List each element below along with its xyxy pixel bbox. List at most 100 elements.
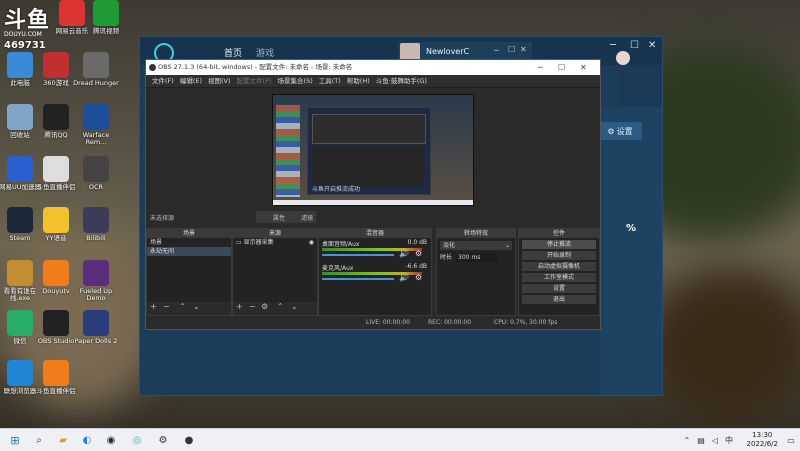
menu-item[interactable]: 文件(F) bbox=[152, 75, 174, 87]
settings-button[interactable]: ⚙ 设置 bbox=[598, 122, 642, 140]
properties-button[interactable]: 属性 bbox=[256, 211, 290, 223]
obs-icon[interactable]: ● bbox=[182, 433, 196, 447]
channel-name: 麦克风/Aux bbox=[322, 265, 354, 272]
desktop-icon-label: 腾讯视频 bbox=[93, 27, 119, 35]
add-icon[interactable]: + bbox=[236, 302, 243, 311]
remove-icon[interactable]: − bbox=[163, 302, 170, 311]
close-icon[interactable]: ✕ bbox=[580, 60, 587, 75]
volume-icon[interactable]: ◁ bbox=[708, 433, 722, 447]
percent-label: % bbox=[626, 223, 637, 234]
bilibili-icon bbox=[83, 207, 109, 233]
chevron-down-icon: ⌄ bbox=[504, 242, 510, 249]
folder-icon[interactable]: ▰ bbox=[56, 433, 70, 447]
desktop-icon[interactable]: Warface Rem... bbox=[72, 104, 120, 146]
close-icon[interactable]: ✕ bbox=[520, 45, 527, 54]
minimize-icon[interactable]: ─ bbox=[610, 40, 616, 51]
close-icon[interactable]: ✕ bbox=[648, 40, 656, 51]
tab-home[interactable]: 首页 bbox=[224, 46, 242, 59]
start-recording-button[interactable]: 开始录制 bbox=[522, 251, 596, 260]
desktop-icon-label: Fueled Up Demo bbox=[79, 287, 113, 303]
exit-button[interactable]: 退出 bbox=[522, 295, 596, 304]
remove-icon[interactable]: − bbox=[249, 302, 256, 311]
rec-time: REC: 00:00:00 bbox=[428, 319, 472, 326]
duration-label: 时长 bbox=[440, 254, 453, 261]
source-item[interactable]: ▭ 显示器采集 ◉ bbox=[233, 238, 317, 247]
gear-icon[interactable]: ⚙ bbox=[156, 433, 170, 447]
gear-icon[interactable]: ⚙ bbox=[261, 302, 268, 311]
no-source-label: 未选择源 bbox=[150, 215, 175, 222]
desktop-icon[interactable]: Paper Dolls 2 bbox=[72, 310, 120, 345]
desktop-icon[interactable]: OCR bbox=[72, 156, 120, 191]
windows-start-icon[interactable]: ⊞ bbox=[8, 433, 22, 447]
obs-titlebar: OBS 27.1.3 (64-bit, windows) - 配置文件: 未命名… bbox=[146, 60, 600, 75]
preview-canvas[interactable] bbox=[272, 94, 474, 206]
move-up-icon[interactable]: ⌃ bbox=[277, 302, 284, 311]
maximize-icon[interactable]: ☐ bbox=[630, 40, 639, 51]
paperdolls-icon bbox=[83, 310, 109, 336]
gear-icon[interactable]: ⚙ bbox=[415, 273, 422, 282]
notification-icon[interactable]: ▭ bbox=[784, 433, 798, 447]
menu-item[interactable]: 配置文件(P) bbox=[237, 75, 272, 87]
avatar[interactable] bbox=[616, 51, 630, 65]
desktop-icon[interactable]: Dread Hunger bbox=[72, 52, 120, 87]
obs-logo-icon bbox=[149, 64, 156, 71]
speaker-icon[interactable]: 🔊 bbox=[399, 273, 409, 282]
wechat-icon bbox=[7, 310, 33, 336]
desktop-icon[interactable]: Fueled Up Demo bbox=[72, 260, 120, 302]
transition-select[interactable]: 淡化 ⌄ bbox=[440, 241, 512, 250]
speaker-icon[interactable]: 🔊 bbox=[399, 249, 409, 258]
menu-item[interactable]: 场景集合(S) bbox=[278, 75, 313, 87]
add-icon[interactable]: + bbox=[150, 302, 157, 311]
move-down-icon[interactable]: ⌄ bbox=[291, 302, 298, 311]
move-up-icon[interactable]: ⌃ bbox=[179, 302, 186, 311]
virtual-camera-button[interactable]: 启动虚拟摄像机 bbox=[522, 262, 596, 271]
menu-item[interactable]: 帮助(H) bbox=[347, 75, 370, 87]
preview-taskbar bbox=[273, 200, 473, 205]
qq-icon bbox=[43, 104, 69, 130]
desktop-icon-label: Dread Hunger bbox=[73, 79, 119, 87]
menu-item[interactable]: 斗鱼·鼓舞助手(G) bbox=[376, 75, 427, 87]
desktop-icon-label: Paper Dolls 2 bbox=[74, 337, 118, 345]
desktop-icon[interactable]: Bilibili bbox=[72, 207, 120, 242]
douyu-icon[interactable]: ◎ bbox=[130, 433, 144, 447]
menu-item[interactable]: 视图(V) bbox=[208, 75, 231, 87]
visibility-eye-icon[interactable]: ◉ bbox=[309, 238, 314, 247]
maximize-icon[interactable]: ☐ bbox=[508, 45, 515, 54]
chevron-up-icon[interactable]: ⌃ bbox=[680, 433, 694, 447]
user-name: NewloverC bbox=[426, 47, 470, 56]
menu-item[interactable]: 编辑(E) bbox=[180, 75, 202, 87]
move-down-icon[interactable]: ⌄ bbox=[193, 302, 200, 311]
obs-title-text: OBS 27.1.3 (64-bit, windows) - 配置文件: 未命名… bbox=[158, 63, 353, 71]
douyu-right-panel: % bbox=[592, 107, 662, 395]
stream-status-message: 斗鱼开启推流成功 bbox=[312, 186, 361, 193]
transitions-dock: 转场特效 淡化 ⌄ 时长 300 ms bbox=[436, 228, 516, 316]
steam-icon[interactable]: ◉ bbox=[104, 433, 118, 447]
gear-icon[interactable]: ⚙ bbox=[415, 249, 422, 258]
studio-mode-button[interactable]: 工作室模式 bbox=[522, 273, 596, 282]
duration-input[interactable]: 300 ms bbox=[456, 253, 498, 262]
maximize-icon[interactable]: ☐ bbox=[558, 60, 565, 75]
menu-item[interactable]: 工具(T) bbox=[319, 75, 341, 87]
settings-button[interactable]: 设置 bbox=[522, 284, 596, 293]
scene-item[interactable]: 永劫无间 bbox=[147, 247, 231, 256]
minimize-icon[interactable]: ─ bbox=[538, 60, 543, 75]
network-icon[interactable]: ▤ bbox=[694, 433, 708, 447]
volume-slider[interactable] bbox=[322, 254, 394, 256]
filters-button[interactable]: 滤镜 bbox=[286, 211, 316, 223]
input-language[interactable]: 中 bbox=[722, 433, 736, 447]
volume-slider[interactable] bbox=[322, 278, 394, 280]
browser-icon[interactable]: ◐ bbox=[80, 433, 94, 447]
mixer-title: 混音器 bbox=[319, 229, 431, 238]
scene-item[interactable]: 场景 bbox=[147, 238, 231, 247]
desktop-icon[interactable]: 斗鱼直播伴侣 bbox=[32, 360, 80, 395]
channel-db: 0.0 dB bbox=[407, 239, 427, 246]
stop-streaming-button[interactable]: 停止推流 bbox=[522, 240, 596, 249]
desktop-icon[interactable]: 腾讯视频 bbox=[82, 0, 130, 35]
clock[interactable]: 13:30 2022/6/2 bbox=[747, 431, 778, 449]
live-time: LIVE: 00:00:00 bbox=[366, 319, 410, 326]
app-icon bbox=[7, 260, 33, 286]
search-icon[interactable]: ⌕ bbox=[32, 433, 46, 447]
tab-games[interactable]: 游戏 bbox=[256, 46, 274, 59]
controls-dock: 控件 停止推流 开始录制 启动虚拟摄像机 工作室模式 设置 退出 bbox=[518, 228, 600, 316]
minimize-icon[interactable]: ─ bbox=[494, 46, 499, 55]
